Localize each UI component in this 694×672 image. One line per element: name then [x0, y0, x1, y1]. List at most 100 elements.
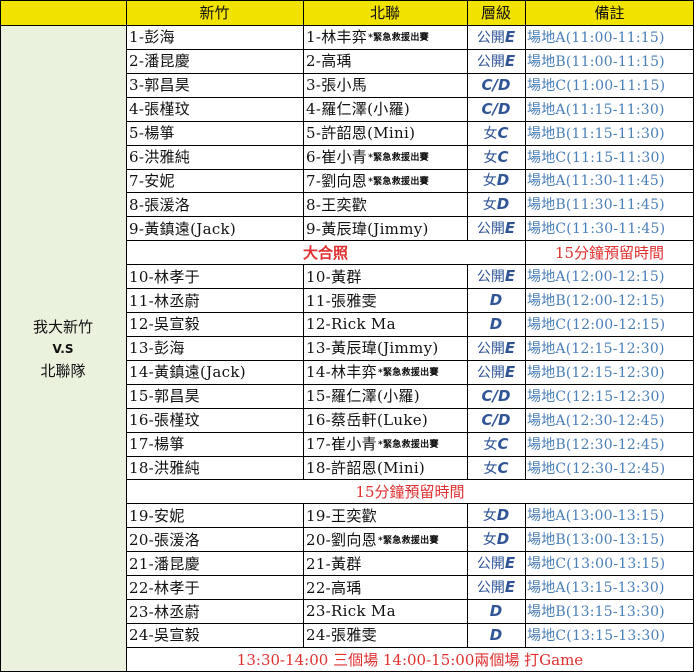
beilian-player-cell: 19-王奕歡 — [303, 503, 467, 527]
emergency-note: *緊急救援出賽 — [368, 153, 429, 164]
level-cell: 公開 E — [467, 360, 525, 384]
grid-line — [126, 0, 127, 672]
beilian-player-cell: 14-林丰弈 *緊急救援出賽 — [303, 360, 467, 384]
beilian-player-name: 1-林丰弈 — [306, 28, 368, 47]
court-time-cell: 場地A(11:30-11:45) — [527, 173, 665, 190]
hsinchu-player-cell: 19-安妮 — [129, 506, 185, 525]
court-time-cell: 場地A(11:00-11:15) — [527, 29, 665, 46]
hsinchu-player-cell: 10-林孝于 — [129, 267, 200, 286]
level-grade: E — [504, 219, 516, 238]
level-cell: 女D — [467, 192, 525, 216]
court-time-cell: 場地B(11:30-11:45) — [527, 197, 665, 214]
grid-line — [467, 503, 468, 647]
grid-line — [126, 360, 694, 361]
beilian-player-cell: 1-林丰弈 *緊急救援出賽 — [303, 25, 467, 49]
level-grade: D — [496, 171, 510, 190]
hsinchu-player-cell: 2-潘昆慶 — [129, 52, 191, 71]
beilian-player-cell: 9-黃辰瑋(Jimmy) — [303, 216, 467, 240]
hsinchu-player-cell: 17-楊箏 — [129, 435, 185, 454]
grid-line — [126, 456, 694, 457]
beilian-player-cell: 20-劉向恩 *緊急救援出賽 — [303, 527, 467, 551]
court-time-cell: 場地C(13:00-13:15) — [527, 556, 666, 573]
court-time-cell: 場地B(12:15-12:30) — [527, 364, 665, 381]
level-grade: C/D — [481, 99, 511, 118]
beilian-player-name: 7-劉向恩 — [306, 171, 368, 190]
level-cell: 女C — [467, 145, 525, 169]
team-hsinchu-label: 我大新竹 — [32, 317, 93, 336]
hsinchu-player-cell: 8-張湲洛 — [129, 195, 191, 214]
emergency-note: *緊急救援出賽 — [377, 368, 439, 379]
beilian-player-name: 22-高瑀 — [306, 578, 362, 597]
court-time-cell: 場地C(12:00-12:15) — [527, 316, 666, 333]
grid-line — [126, 240, 694, 241]
level-category: 公開 — [476, 53, 505, 70]
beilian-player-name: 13-黃辰瑋(Jimmy) — [306, 339, 439, 358]
grid-line — [126, 599, 694, 600]
level-grade: C/D — [481, 75, 511, 94]
beilian-player-name: 4-羅仁澤(小羅) — [306, 100, 411, 119]
level-category: 女 — [483, 125, 498, 142]
court-time-cell: 場地A(13:00-13:15) — [527, 508, 665, 525]
level-category: 女 — [482, 197, 497, 214]
court-time-cell: 場地B(13:15-13:30) — [527, 604, 665, 621]
beilian-player-cell: 8-王奕歡 — [303, 192, 467, 216]
level-category: 女 — [482, 532, 497, 549]
beilian-player-name: 11-張雅雯 — [306, 291, 377, 310]
grid-line — [126, 408, 694, 409]
level-cell: C/D — [467, 408, 525, 432]
level-cell: 公開 E — [467, 336, 525, 360]
level-grade: C — [497, 147, 509, 166]
grid-line — [126, 336, 694, 337]
court-time-cell: 場地C(12:30-12:45) — [527, 460, 666, 477]
level-category: 公開 — [476, 364, 505, 381]
court-time-cell: 場地B(12:30-12:45) — [527, 436, 665, 453]
beilian-player-cell: 23-Rick Ma — [303, 599, 467, 623]
level-category: 公開 — [476, 29, 505, 46]
header-level: 層級 — [467, 0, 525, 25]
level-category: 女 — [483, 436, 498, 453]
grid-line — [126, 479, 694, 480]
beilian-player-name: 18-許韶恩(Mini) — [306, 459, 426, 477]
beilian-player-cell: 6-崔小青 *緊急救援出賽 — [303, 145, 467, 169]
court-time-cell: 場地C(12:15-12:30) — [527, 388, 666, 405]
level-grade: C/D — [481, 386, 511, 405]
hsinchu-player-cell: 21-潘昆慶 — [129, 554, 200, 573]
header-hsinchu: 新竹 — [126, 0, 303, 25]
beilian-player-name: 24-張雅雯 — [306, 626, 377, 645]
beilian-player-name: 14-林丰弈 — [306, 363, 377, 382]
beilian-player-name: 6-崔小青 — [306, 148, 368, 167]
hsinchu-player-cell: 7-安妮 — [129, 171, 175, 190]
grid-line — [126, 384, 694, 385]
level-cell: 公開 E — [467, 216, 525, 240]
beilian-player-name: 20-劉向恩 — [306, 530, 377, 549]
emergency-note: *緊急救援出賽 — [377, 440, 439, 451]
beilian-player-cell: 12-Rick Ma — [303, 312, 467, 336]
hsinchu-player-cell: 5-楊箏 — [129, 124, 175, 143]
hsinchu-player-cell: 20-張湲洛 — [129, 530, 200, 549]
level-cell: C/D — [467, 97, 525, 121]
level-cell: C/D — [467, 384, 525, 408]
grid-line — [525, 25, 526, 240]
level-grade: E — [504, 554, 516, 573]
header-beilian: 北聯 — [303, 0, 467, 25]
level-cell: 公開 E — [467, 25, 525, 49]
level-grade: E — [504, 51, 516, 70]
hsinchu-player-cell: 22-林孝于 — [129, 578, 200, 597]
level-category: 女 — [482, 173, 497, 190]
level-cell: 女D — [467, 527, 525, 551]
level-cell: 女C — [467, 121, 525, 145]
beilian-player-cell: 7-劉向恩 *緊急救援出賽 — [303, 169, 467, 193]
beilian-player-name: 10-黃群 — [306, 267, 362, 286]
level-cell: D — [467, 623, 525, 647]
reserved-time-banner: 15分鐘預留時間 — [355, 482, 465, 501]
beilian-player-cell: 22-高瑀 — [303, 575, 467, 599]
court-time-cell: 場地A(12:30-12:45) — [527, 412, 665, 429]
header-remark: 備註 — [525, 0, 694, 25]
hsinchu-player-cell: 3-郭昌昊 — [129, 76, 191, 95]
court-time-cell: 場地B(11:15-11:30) — [527, 125, 665, 142]
beilian-player-cell: 5-許韶恩(Mini) — [303, 121, 467, 145]
level-category: 公開 — [476, 556, 505, 573]
grid-line — [303, 0, 304, 25]
grid-line — [0, 0, 1, 672]
court-time-cell: 場地C(11:00-11:15) — [527, 77, 666, 94]
